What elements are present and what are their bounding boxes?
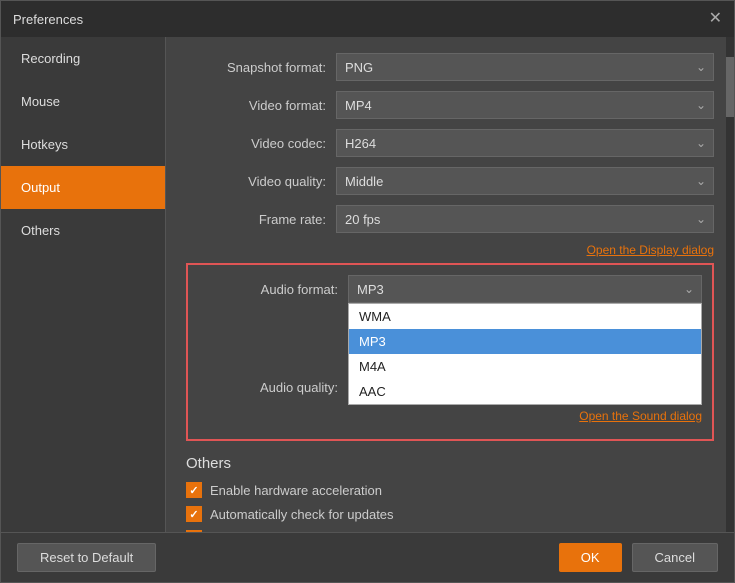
video-codec-select-wrapper: H264 ⌄ xyxy=(336,129,714,157)
reset-button[interactable]: Reset to Default xyxy=(17,543,156,572)
cancel-button[interactable]: Cancel xyxy=(632,543,718,572)
others-title: Others xyxy=(186,455,714,472)
audio-format-dropdown: MP3 ⌄ WMA MP3 M4A AAC xyxy=(348,275,702,303)
close-button[interactable]: ✕ xyxy=(709,11,722,27)
audio-section: Audio format: MP3 ⌄ WMA MP3 M4A AAC xyxy=(186,263,714,441)
snapshot-format-label: Snapshot format: xyxy=(186,60,326,75)
sidebar-item-hotkeys[interactable]: Hotkeys xyxy=(1,123,165,166)
sidebar-item-recording[interactable]: Recording xyxy=(1,37,165,80)
video-codec-row: Video codec: H264 ⌄ xyxy=(186,129,714,157)
check-icon-3: ✓ xyxy=(189,532,198,533)
video-quality-row: Video quality: Middle ⌄ xyxy=(186,167,714,195)
video-quality-select[interactable]: Middle xyxy=(336,167,714,195)
checkbox-updates[interactable]: ✓ xyxy=(186,506,202,522)
audio-option-m4a[interactable]: M4A xyxy=(349,354,701,379)
video-format-select-wrapper: MP4 ⌄ xyxy=(336,91,714,119)
video-format-row: Video format: MP4 ⌄ xyxy=(186,91,714,119)
checkbox-row-2: ✓ Automatically check for updates xyxy=(186,506,714,522)
sidebar-item-output[interactable]: Output xyxy=(1,166,165,209)
audio-format-arrow-icon: ⌄ xyxy=(684,282,694,296)
checkbox-hardware[interactable]: ✓ xyxy=(186,482,202,498)
snapshot-format-select[interactable]: PNG xyxy=(336,53,714,81)
audio-format-display[interactable]: MP3 ⌄ xyxy=(348,275,702,303)
checkbox-autostart[interactable]: ✓ xyxy=(186,530,202,532)
video-format-label: Video format: xyxy=(186,98,326,113)
scrollbar-thumb[interactable] xyxy=(726,57,734,117)
others-section: Others ✓ Enable hardware acceleration ✓ … xyxy=(186,455,714,532)
audio-option-aac[interactable]: AAC xyxy=(349,379,701,404)
check-icon-1: ✓ xyxy=(189,484,198,497)
frame-rate-select[interactable]: 20 fps xyxy=(336,205,714,233)
check-icon-2: ✓ xyxy=(189,508,198,521)
footer-right: OK Cancel xyxy=(559,543,718,572)
dialog-title: Preferences xyxy=(13,12,83,27)
checkbox-row-1: ✓ Enable hardware acceleration xyxy=(186,482,714,498)
sidebar: Recording Mouse Hotkeys Output Others xyxy=(1,37,166,532)
title-bar: Preferences ✕ xyxy=(1,1,734,37)
scrollbar[interactable] xyxy=(726,37,734,532)
frame-rate-row: Frame rate: 20 fps ⌄ xyxy=(186,205,714,233)
checkbox-autostart-label: The program will start up automatically … xyxy=(210,531,564,533)
snapshot-format-select-wrapper: PNG ⌄ xyxy=(336,53,714,81)
open-sound-dialog-link[interactable]: Open the Sound dialog xyxy=(198,409,702,423)
snapshot-format-row: Snapshot format: PNG ⌄ xyxy=(186,53,714,81)
video-quality-select-wrapper: Middle ⌄ xyxy=(336,167,714,195)
content-area: Snapshot format: PNG ⌄ Video format: MP4… xyxy=(166,37,734,532)
audio-option-wma[interactable]: WMA xyxy=(349,304,701,329)
preferences-dialog: Preferences ✕ Recording Mouse Hotkeys Ou… xyxy=(0,0,735,583)
audio-quality-label: Audio quality: xyxy=(198,380,338,395)
video-codec-label: Video codec: xyxy=(186,136,326,151)
frame-rate-select-wrapper: 20 fps ⌄ xyxy=(336,205,714,233)
main-area: Recording Mouse Hotkeys Output Others Sn… xyxy=(1,37,734,532)
sidebar-item-mouse[interactable]: Mouse xyxy=(1,80,165,123)
checkbox-row-3: ✓ The program will start up automaticall… xyxy=(186,530,714,532)
video-format-select[interactable]: MP4 xyxy=(336,91,714,119)
sidebar-item-others[interactable]: Others xyxy=(1,209,165,252)
audio-format-row: Audio format: MP3 ⌄ WMA MP3 M4A AAC xyxy=(198,275,702,303)
ok-button[interactable]: OK xyxy=(559,543,622,572)
audio-format-dropdown-list: WMA MP3 M4A AAC xyxy=(348,303,702,405)
frame-rate-label: Frame rate: xyxy=(186,212,326,227)
checkbox-updates-label: Automatically check for updates xyxy=(210,507,394,522)
video-codec-select[interactable]: H264 xyxy=(336,129,714,157)
audio-format-label: Audio format: xyxy=(198,282,338,297)
open-display-dialog-link[interactable]: Open the Display dialog xyxy=(186,243,714,257)
footer: Reset to Default OK Cancel xyxy=(1,532,734,582)
video-quality-label: Video quality: xyxy=(186,174,326,189)
audio-option-mp3[interactable]: MP3 xyxy=(349,329,701,354)
checkbox-hardware-label: Enable hardware acceleration xyxy=(210,483,382,498)
